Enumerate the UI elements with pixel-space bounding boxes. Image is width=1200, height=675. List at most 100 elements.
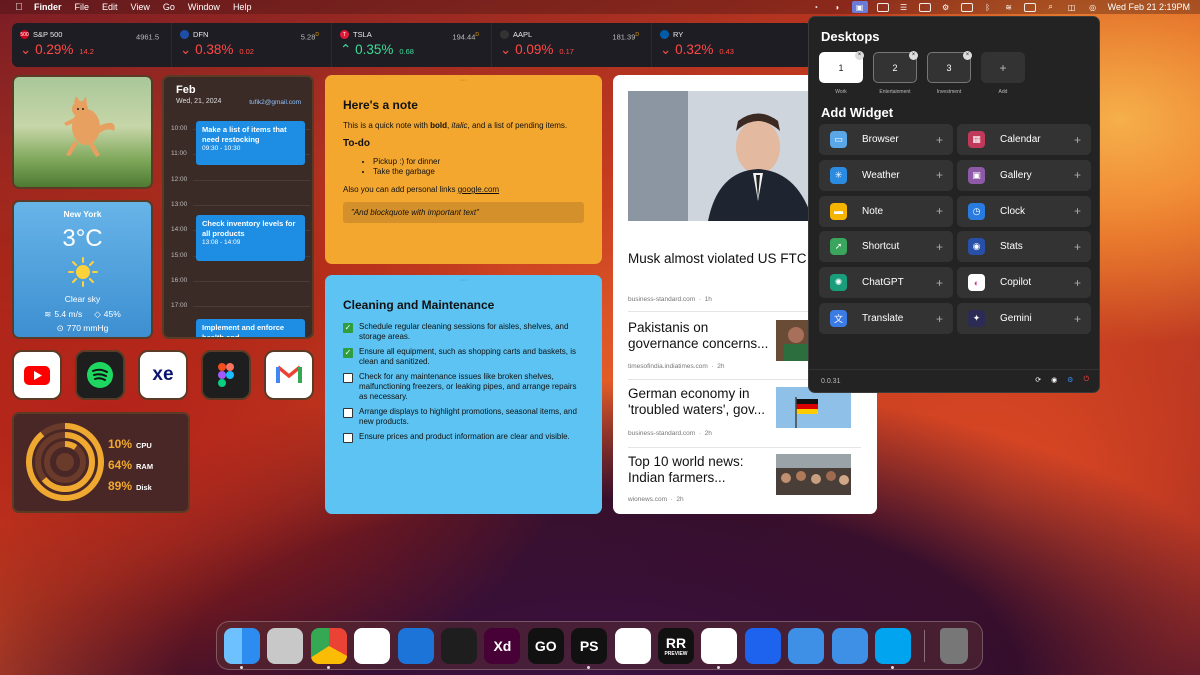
status-app-icon[interactable]: ☰ <box>898 3 910 12</box>
note-link[interactable]: google.com <box>458 185 499 194</box>
search-icon[interactable]: ⌕ <box>1045 2 1057 12</box>
menu-go[interactable]: Go <box>163 2 175 12</box>
xcode-icon[interactable] <box>788 628 825 664</box>
desktops-app-icon[interactable]: ▣ <box>851 1 868 13</box>
add-widget-gallery[interactable]: ▣ Gallery + <box>957 159 1091 191</box>
add-widget-chatgpt[interactable]: ✺ ChatGPT + <box>819 267 953 299</box>
slack-icon[interactable] <box>354 628 391 664</box>
battery-status-icon[interactable] <box>918 2 931 12</box>
add-widget-browser[interactable]: ▭ Browser + <box>819 124 953 155</box>
goland-icon[interactable]: GO <box>527 628 564 664</box>
spotify-shortcut[interactable] <box>75 350 125 400</box>
finder-icon[interactable] <box>224 628 260 664</box>
apple-menu-icon[interactable]:  <box>12 2 26 13</box>
chrome-icon[interactable] <box>310 628 347 664</box>
news-thumbnail[interactable] <box>776 387 851 428</box>
1password-icon[interactable] <box>614 628 651 664</box>
news-headline[interactable]: Pakistanis on governance concerns... <box>628 320 778 352</box>
simulator-icon[interactable] <box>831 628 868 664</box>
calendar-widget[interactable]: Feb Wed, 21, 2024 tufik2@gmail.com 10:00… <box>162 75 314 339</box>
copilot-icon: ◐ <box>968 274 985 292</box>
menu-finder[interactable]: Finder <box>34 2 62 12</box>
menu-edit[interactable]: Edit <box>102 2 118 12</box>
drag-handle[interactable]: ··· <box>459 277 469 284</box>
photo-widget[interactable] <box>12 75 153 189</box>
add-widget-gemini[interactable]: ✦ Gemini + <box>957 303 1091 334</box>
youtube-icon <box>24 365 50 385</box>
todo-widget[interactable]: ··· Cleaning and Maintenance ✓ Schedule r… <box>325 275 602 514</box>
add-widget-stats[interactable]: ◉ Stats + <box>957 231 1091 263</box>
desktop-entertainment[interactable]: 2 × <box>873 51 918 83</box>
calendar-event[interactable]: Make a list of items that need restockin… <box>196 121 305 165</box>
wifi-icon[interactable]: ≋ <box>1003 3 1015 12</box>
add-widget-clock[interactable]: ◷ Clock + <box>957 195 1091 227</box>
refresh-icon[interactable]: ⟳ <box>1035 376 1041 384</box>
add-widget-calendar[interactable]: ▦ Calendar + <box>957 124 1091 155</box>
launchpad-icon[interactable] <box>267 628 304 664</box>
menubar-clock[interactable]: Wed Feb 21 2:19PM <box>1108 2 1190 12</box>
add-desktop-button[interactable]: + <box>981 52 1025 83</box>
close-icon[interactable]: × <box>963 51 972 60</box>
gear-icon[interactable]: ⚙ <box>1067 376 1073 384</box>
news-headline[interactable]: German economy in 'troubled waters', gov… <box>628 386 778 418</box>
status-app-icon[interactable] <box>960 2 973 12</box>
status-app-icon[interactable]: ◑ <box>831 3 843 12</box>
figma-icon[interactable] <box>441 628 477 664</box>
close-icon[interactable]: × <box>855 51 864 60</box>
ticker-item[interactable]: RY ⌄ 0.32% 0.43 <box>652 23 812 67</box>
checkbox[interactable] <box>343 408 353 418</box>
ticker-item[interactable]: 500 S&P 500 4961.5 ⌄ 0.29% 14.2 <box>12 23 172 67</box>
stock-ticker[interactable]: 500 S&P 500 4961.5 ⌄ 0.29% 14.2 DFN 5.28D ⌄ 0.3… <box>12 23 812 67</box>
youtube-shortcut[interactable] <box>12 350 62 400</box>
power-icon[interactable]: ⏻ <box>1083 376 1089 384</box>
gmail-shortcut[interactable] <box>264 350 314 400</box>
checkbox[interactable] <box>343 433 353 443</box>
status-app-icon[interactable]: ⚙ <box>940 3 952 12</box>
status-app-icon[interactable]: ◔ <box>810 3 822 12</box>
siri-icon[interactable]: ◎ <box>1087 3 1099 12</box>
add-widget-translate[interactable]: 文 Translate + <box>819 303 953 334</box>
add-widget-weather[interactable]: ✳ Weather + <box>819 159 953 191</box>
adobe-xd-icon[interactable]: Xd <box>484 628 521 664</box>
calendar-account[interactable]: tufik2@gmail.com <box>249 99 301 106</box>
weather-widget[interactable]: New York 3°C Clear sky ≋ 5.4 m/s ◇ 45% ⊙… <box>12 200 153 339</box>
phpstorm-icon[interactable]: PS <box>571 628 608 664</box>
trash-icon[interactable] <box>940 628 969 664</box>
rustrover-icon[interactable]: RR PREVIEW <box>658 628 694 664</box>
docker-icon[interactable] <box>744 628 781 664</box>
news-headline[interactable]: Top 10 world news: Indian farmers... <box>628 454 778 486</box>
calendar-event[interactable]: Check inventory levels for all products 1… <box>196 215 305 261</box>
bluetooth-icon[interactable]: ᛒ <box>982 3 994 12</box>
weather-description: Clear sky <box>64 294 101 304</box>
battery-icon[interactable] <box>1023 2 1036 12</box>
system-stats-widget[interactable]: 10% CPU 64% RAM 89% Disk <box>12 412 190 513</box>
drag-handle[interactable]: ··· <box>459 77 469 84</box>
add-widget-note[interactable]: ▬ Note + <box>819 195 953 227</box>
menu-help[interactable]: Help <box>233 2 252 12</box>
menu-file[interactable]: File <box>75 2 90 12</box>
note-widget[interactable]: ··· Here's a note This is a quick note w… <box>325 75 602 264</box>
calendar-event[interactable]: Implement and enforce health and <box>196 319 305 337</box>
xe-shortcut[interactable]: xe <box>138 350 188 400</box>
news-thumbnail[interactable] <box>776 454 851 495</box>
desktop-investment[interactable]: 3 × <box>927 51 972 83</box>
vscode-icon[interactable] <box>701 628 738 664</box>
ticker-item[interactable]: DFN 5.28D ⌄ 0.38% 0.02 <box>172 23 332 67</box>
checkbox[interactable] <box>343 373 353 383</box>
eye-icon[interactable]: ◉ <box>1051 376 1057 384</box>
close-icon[interactable]: × <box>909 51 918 60</box>
checkbox[interactable]: ✓ <box>343 323 353 333</box>
ticker-item[interactable]: AAPL 181.39D ⌄ 0.09% 0.17 <box>492 23 652 67</box>
figma-shortcut[interactable] <box>201 350 251 400</box>
checkbox[interactable]: ✓ <box>343 348 353 358</box>
add-widget-shortcut[interactable]: ➚ Shortcut + <box>819 231 953 263</box>
sourcetree-icon[interactable] <box>397 628 434 664</box>
menu-window[interactable]: Window <box>188 2 220 12</box>
ticker-item[interactable]: T TSLA 194.44D ⌃ 0.35% 0.68 <box>332 23 492 67</box>
windows-icon[interactable] <box>875 628 911 664</box>
add-widget-copilot[interactable]: ◐ Copilot + <box>957 267 1091 299</box>
desktop-work[interactable]: 1 × <box>819 51 864 83</box>
control-center-icon[interactable]: ◫ <box>1066 3 1078 12</box>
menu-view[interactable]: View <box>131 2 150 12</box>
window-icon[interactable] <box>876 2 889 12</box>
